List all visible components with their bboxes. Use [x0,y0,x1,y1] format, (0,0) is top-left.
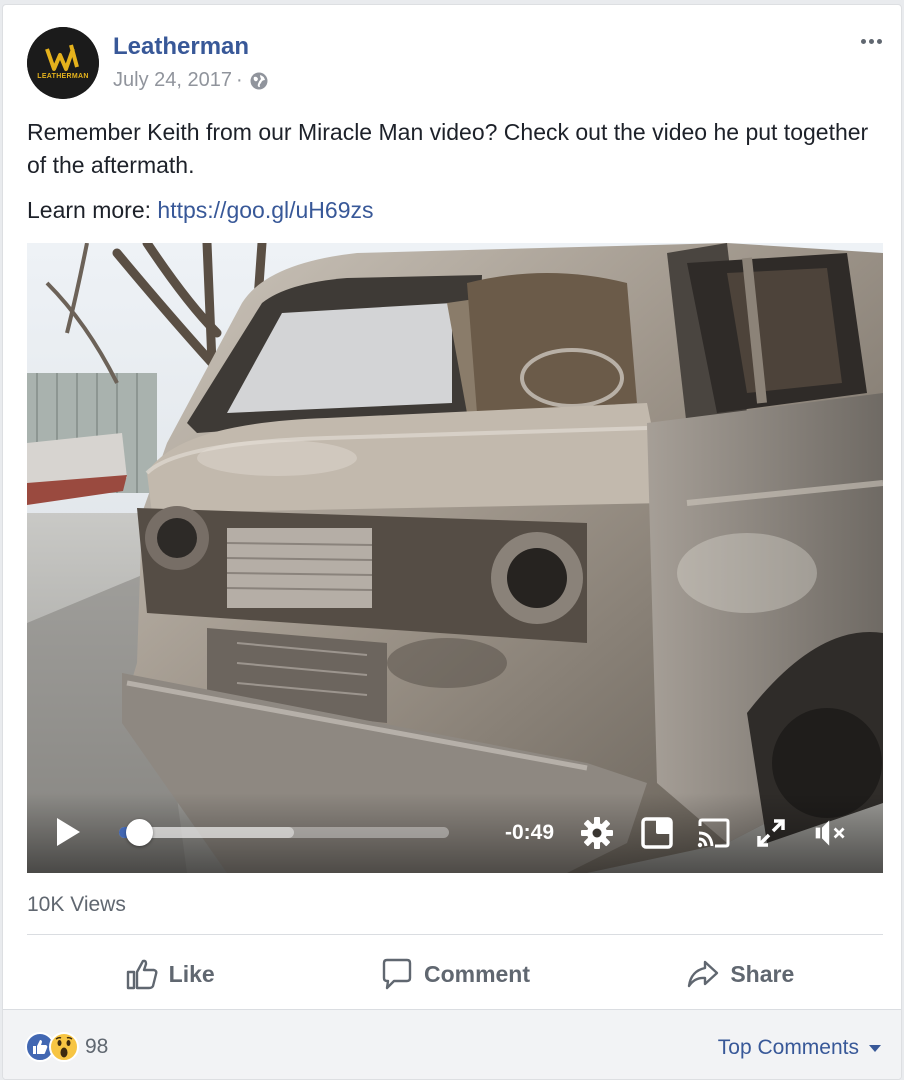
view-count: 10K Views [27,893,126,916]
video-player[interactable]: -0:49 [27,243,883,873]
share-label: Share [730,960,795,987]
comment-bubble-icon [382,958,412,990]
reaction-count: 98 [85,1035,109,1058]
top-comments-label: Top Comments [717,1036,859,1059]
reaction-summary[interactable]: 98 [25,1032,108,1062]
learn-more-line: Learn more: https://goo.gl/uH69zs [27,194,373,227]
more-dots-icon [860,38,866,44]
play-icon[interactable] [53,815,83,849]
video-frame-burned-van [27,243,883,873]
globe-icon[interactable] [249,71,269,91]
post-meta: July 24, 2017 · [113,69,269,92]
leatherman-logo-icon [27,27,99,99]
divider [27,934,883,935]
picture-in-picture-icon[interactable] [639,815,675,851]
share-button[interactable]: Share [598,939,883,1009]
share-arrow-icon [688,960,719,988]
mute-icon[interactable] [813,815,849,851]
like-button[interactable]: Like [27,939,312,1009]
thumbs-up-icon [126,959,158,990]
page-avatar[interactable]: LEATHERMAN [27,27,99,99]
reactions-footer: 98 Top Comments [3,1009,901,1079]
post-actions: Like Comment Share [27,939,883,1009]
like-label: Like [168,960,215,987]
post-message: Remember Keith from our Miracle Man vide… [27,119,869,178]
chevron-down-icon [869,1044,881,1052]
post-card: LEATHERMAN Leatherman July 24, 2017 · Re… [2,4,902,1080]
progress-scrubber-handle[interactable] [126,819,153,846]
post-date[interactable]: July 24, 2017 [113,69,232,92]
top-comments-dropdown[interactable]: Top Comments [718,1036,881,1060]
cast-icon[interactable] [695,815,731,851]
more-dot [876,38,882,44]
comment-label: Comment [423,960,531,987]
more-options-button[interactable] [855,29,887,53]
time-remaining: -0:49 [505,821,555,844]
fullscreen-icon[interactable] [753,815,789,851]
video-progress-bar[interactable] [119,819,449,846]
more-dot [868,38,874,44]
learn-more-link[interactable]: https://goo.gl/uH69zs [157,197,373,223]
comment-button[interactable]: Comment [312,939,597,1009]
wow-reaction-icon [49,1032,79,1062]
meta-separator: · [235,69,243,91]
video-controls-bar: -0:49 [27,793,883,873]
avatar-logo-text: LEATHERMAN [37,73,89,80]
page-name-link[interactable]: Leatherman [113,33,249,61]
settings-gear-icon[interactable] [579,815,615,851]
learn-more-label: Learn more: [27,197,152,223]
